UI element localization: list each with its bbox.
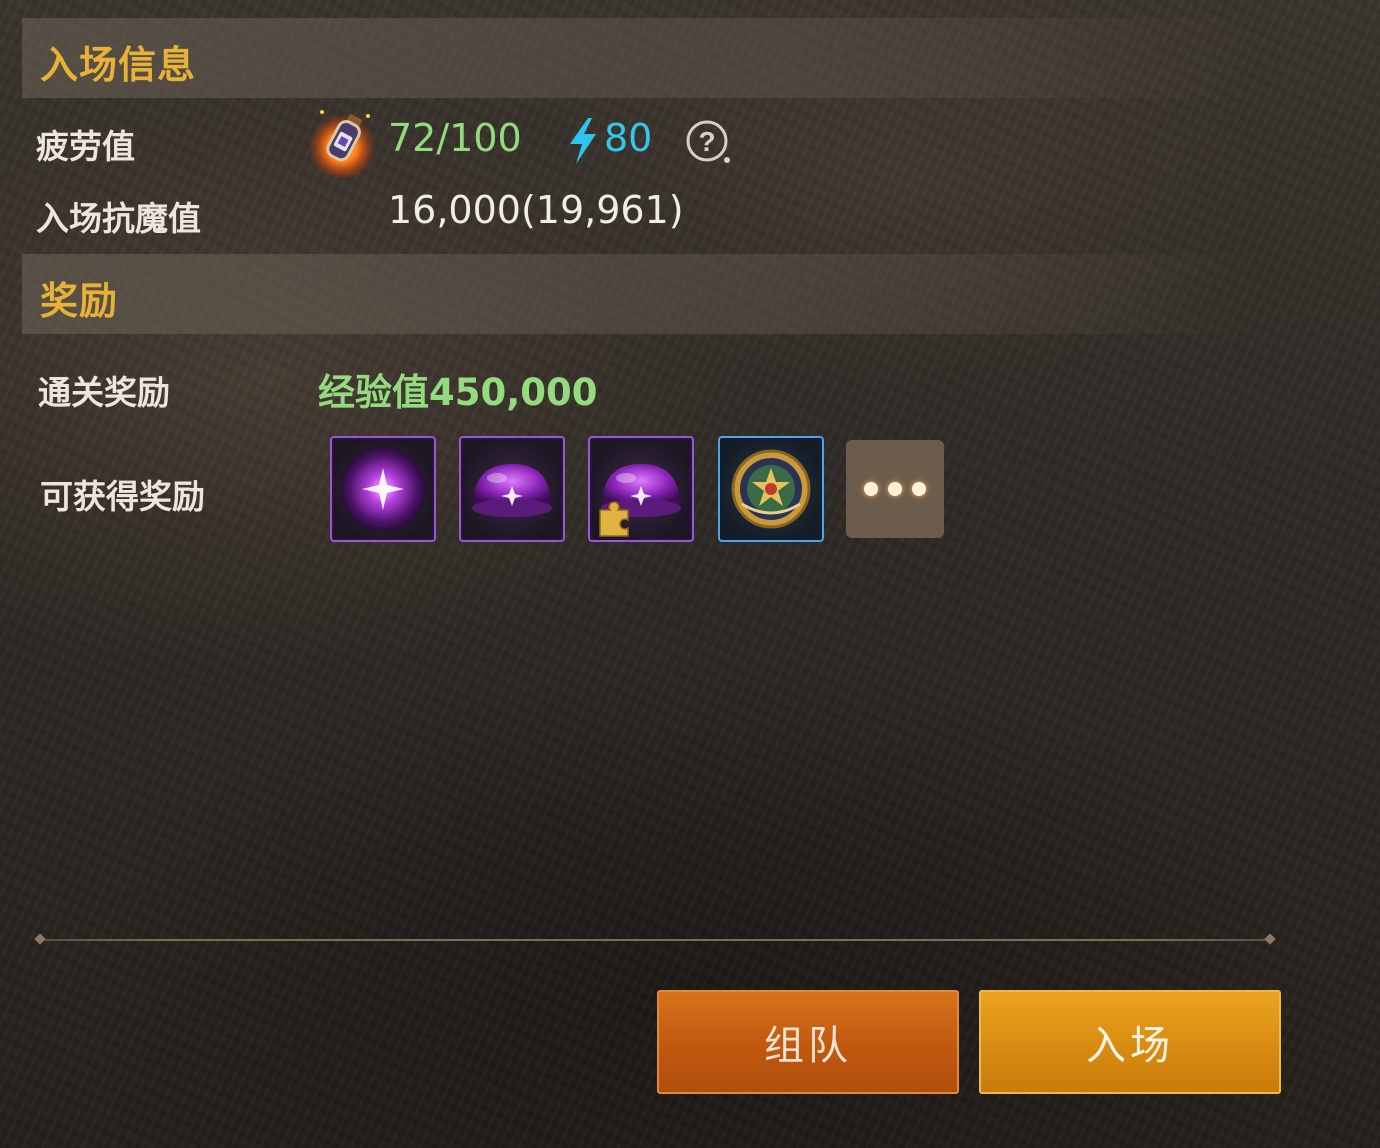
background-texture [0,0,1380,1148]
more-dots-icon [912,482,926,496]
energy-value: 80 [604,116,653,160]
clear-reward-value: 经验值450,000 [318,371,598,414]
more-rewards-button[interactable] [846,440,944,538]
divider-left-diamond [34,933,46,945]
divider-right-diamond [1264,933,1276,945]
purple-orb-icon [341,447,425,531]
fatigue-potion-icon [302,100,384,182]
obtainable-reward-label: 可获得奖励 [40,477,205,516]
reward-item-purple-pudding-fragment[interactable] [588,436,694,542]
more-dots-icon [888,482,902,496]
reward-item-gold-medal[interactable] [718,436,824,542]
purple-pudding-fragment-icon [599,464,681,537]
lightning-icon [566,118,600,164]
rewards-title: 奖励 [40,279,119,323]
fatigue-label: 疲劳值 [36,127,135,166]
fatigue-value: 72/100 [388,116,522,160]
entry-info-header: 入场信息 [22,18,1262,98]
clear-reward-label: 通关奖励 [38,373,170,412]
reward-item-purple-orb[interactable] [330,436,436,542]
reward-item-purple-pudding[interactable] [459,436,565,542]
divider-line [40,939,1272,941]
question-mark-icon[interactable]: ? [684,118,734,168]
resistance-value: 16,000(19,961) [388,188,684,232]
team-button[interactable]: 组队 [657,990,959,1094]
resistance-label: 入场抗魔值 [36,199,201,238]
svg-text:?: ? [698,126,715,157]
rewards-header: 奖励 [22,254,1262,334]
entry-info-title: 入场信息 [40,43,197,87]
purple-pudding-icon [472,464,552,517]
gold-medal-icon [731,449,811,529]
enter-button[interactable]: 入场 [979,990,1281,1094]
more-dots-icon [864,482,878,496]
